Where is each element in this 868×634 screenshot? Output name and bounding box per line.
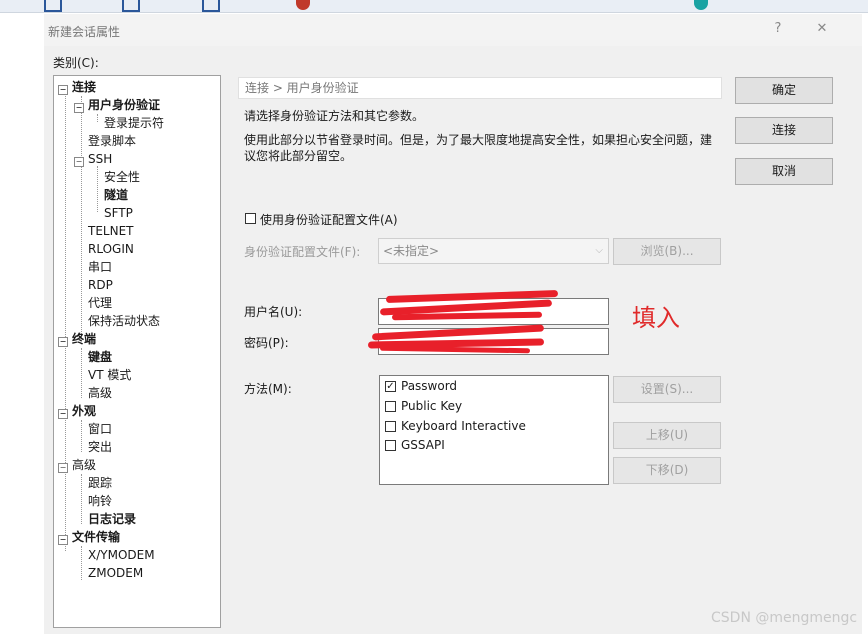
breadcrumb: 连接 > 用户身份验证 — [238, 77, 722, 99]
tree-item[interactable]: − 外观 — [58, 403, 96, 419]
tree-guide — [81, 420, 82, 452]
method-option-label[interactable]: Password — [401, 379, 457, 393]
tree-item[interactable]: 键盘 — [88, 349, 112, 365]
tree-item[interactable]: 突出 — [88, 439, 112, 455]
tree-item[interactable]: VT 模式 — [88, 367, 131, 383]
tree-item[interactable]: − 文件传输 — [58, 529, 120, 545]
app-icon — [296, 0, 310, 10]
tree-item[interactable]: 日志记录 — [88, 511, 136, 527]
close-button[interactable]: ✕ — [810, 19, 834, 39]
collapse-icon[interactable]: − — [74, 103, 84, 113]
settings-button[interactable]: 设置(S)... — [613, 376, 721, 403]
collapse-icon[interactable]: − — [58, 337, 68, 347]
use-profile-checkbox[interactable] — [245, 213, 256, 224]
chevron-down-icon: ⌵ — [595, 245, 603, 256]
tree-item[interactable]: SFTP — [104, 205, 133, 221]
title-bar: 新建会话属性 ? ✕ — [44, 14, 862, 46]
tree-item[interactable]: − 高级 — [58, 457, 96, 473]
username-label: 用户名(U): — [244, 305, 303, 319]
tree-item[interactable]: − 连接 — [58, 79, 96, 95]
tree-item[interactable]: ZMODEM — [88, 565, 143, 581]
window-icon — [202, 0, 220, 12]
tree-item[interactable]: 登录脚本 — [88, 133, 136, 149]
profile-select[interactable]: <未指定> ⌵ — [378, 238, 609, 264]
tree-guide — [97, 114, 98, 122]
fill-in-annotation: 填入 — [632, 304, 680, 332]
category-tree[interactable]: − 连接 − 用户身份验证 登录提示符 登录脚本 − SSH 安全性 隧道 SFTP … — [53, 75, 221, 628]
collapse-icon[interactable]: − — [74, 157, 84, 167]
tree-item[interactable]: RDP — [88, 277, 113, 293]
password-label: 密码(P): — [244, 336, 289, 350]
tree-item[interactable]: 隧道 — [104, 187, 128, 203]
tree-item[interactable]: 窗口 — [88, 421, 112, 437]
tree-item-selected[interactable]: − 用户身份验证 — [74, 97, 160, 113]
profile-label: 身份验证配置文件(F): — [244, 245, 361, 259]
background-window-strip — [0, 0, 868, 13]
tree-guide — [81, 474, 82, 524]
tree-item[interactable]: TELNET — [88, 223, 134, 239]
method-label: 方法(M): — [244, 382, 292, 396]
tree-guide — [97, 166, 98, 212]
tree-item[interactable]: − 终端 — [58, 331, 96, 347]
tree-item[interactable]: 安全性 — [104, 169, 140, 185]
window-icon — [122, 0, 140, 12]
tree-guide — [65, 96, 66, 551]
tree-item[interactable]: X/YMODEM — [88, 547, 155, 563]
ok-button[interactable]: 确定 — [735, 77, 833, 104]
method-option-label[interactable]: Keyboard Interactive — [401, 419, 526, 433]
app-icon — [694, 0, 708, 10]
help-button[interactable]: ? — [766, 19, 790, 39]
description-line: 使用此部分以节省登录时间。但是，为了最大限度地提高安全性，如果担心安全问题，建 — [244, 133, 713, 147]
tree-guide — [81, 546, 82, 580]
tree-item[interactable]: 代理 — [88, 295, 112, 311]
window-icon — [44, 0, 62, 12]
collapse-icon[interactable]: − — [58, 463, 68, 473]
description-line: 请选择身份验证方法和其它参数。 — [244, 109, 425, 123]
tree-guide — [81, 96, 82, 338]
method-checkbox-password[interactable]: ✓ — [385, 381, 396, 392]
method-checkbox-keyboard[interactable] — [385, 421, 396, 432]
tree-item[interactable]: 串口 — [88, 259, 112, 275]
tree-item[interactable]: 登录提示符 — [104, 115, 164, 131]
tree-item[interactable]: − SSH — [74, 151, 112, 167]
category-label: 类别(C): — [53, 56, 99, 70]
tree-item[interactable]: 保持活动状态 — [88, 313, 160, 329]
use-profile-label[interactable]: 使用身份验证配置文件(A) — [260, 211, 398, 228]
tree-item[interactable]: 响铃 — [88, 493, 112, 509]
method-option-label[interactable]: Public Key — [401, 399, 462, 413]
method-option-label[interactable]: GSSAPI — [401, 438, 445, 452]
move-down-button[interactable]: 下移(D) — [613, 457, 721, 484]
move-up-button[interactable]: 上移(U) — [613, 422, 721, 449]
tree-item[interactable]: RLOGIN — [88, 241, 134, 257]
watermark: CSDN @mengmengc — [711, 610, 858, 626]
collapse-icon[interactable]: − — [58, 535, 68, 545]
tree-item[interactable]: 跟踪 — [88, 475, 112, 491]
connect-button[interactable]: 连接 — [735, 117, 833, 144]
browse-button[interactable]: 浏览(B)... — [613, 238, 721, 265]
description-line: 议您将此部分留空。 — [244, 149, 353, 163]
tree-guide — [81, 348, 82, 398]
method-list[interactable]: ✓ Password Public Key Keyboard Interacti… — [379, 375, 609, 485]
collapse-icon[interactable]: − — [58, 85, 68, 95]
tree-item[interactable]: 高级 — [88, 385, 112, 401]
cancel-button[interactable]: 取消 — [735, 158, 833, 185]
method-checkbox-publickey[interactable] — [385, 401, 396, 412]
collapse-icon[interactable]: − — [58, 409, 68, 419]
method-checkbox-gssapi[interactable] — [385, 440, 396, 451]
window-title: 新建会话属性 — [48, 25, 121, 39]
profile-select-value: <未指定> — [383, 244, 440, 258]
